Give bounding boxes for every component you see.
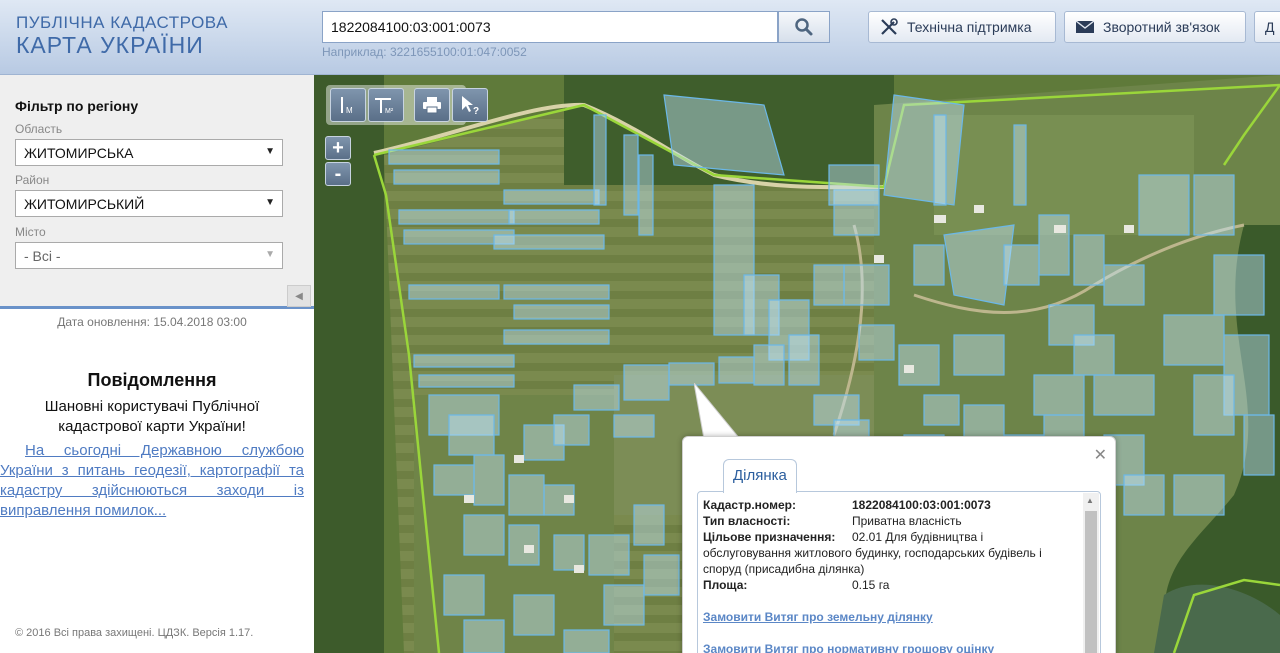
copyright: © 2016 Всі права захищені. ЦДЗК. Версія …	[15, 627, 254, 639]
tools-icon	[881, 18, 898, 35]
purpose-value-continued: обслуговування житлового будинку, господ…	[703, 546, 1042, 576]
envelope-icon	[1075, 20, 1095, 33]
info-row: Тип власності: Приватна власність	[703, 513, 1079, 529]
printer-icon	[423, 97, 441, 114]
zoom-out-button[interactable]: -	[325, 162, 351, 186]
cadastral-value: 1822084100:03:001:0073	[852, 498, 991, 512]
scrollbar-thumb[interactable]	[1085, 511, 1097, 653]
area-label: Площа:	[703, 578, 748, 592]
sidebar: Фільтр по регіону Область ЖИТОМИРСЬКА ▼ …	[0, 75, 314, 653]
cadastral-search-input[interactable]	[322, 11, 778, 43]
close-icon[interactable]: ✕	[1094, 445, 1107, 465]
search-icon	[795, 18, 813, 36]
order-parcel-extract-link[interactable]: Замовити Витяг про земельну ділянку	[703, 609, 1079, 625]
area-ruler-icon: М²	[375, 98, 394, 115]
parcel-info-popup: ✕ Ділянка Кадастр.номер: 1822084100:03:0…	[682, 436, 1116, 653]
popup-scrollbar[interactable]: ▲	[1083, 493, 1099, 653]
info-row: Площа: 0.15 га	[703, 577, 1079, 593]
extra-header-button[interactable]: Д	[1254, 11, 1280, 43]
raion-select[interactable]: ЖИТОМИРСЬКИЙ ▼	[15, 190, 283, 217]
oblast-value: ЖИТОМИРСЬКА	[24, 145, 134, 161]
ownership-label: Тип власності:	[703, 514, 791, 528]
oblast-select[interactable]: ЖИТОМИРСЬКА ▼	[15, 139, 283, 166]
extra-header-label: Д	[1265, 19, 1275, 35]
zoom-in-button[interactable]: +	[325, 136, 351, 160]
tool-label: ?	[473, 106, 479, 116]
message-title: Повідомлення	[87, 370, 217, 390]
parcel-info: Кадастр.номер: 1822084100:03:001:0073 Ти…	[703, 497, 1079, 653]
oblast-label: Область	[15, 122, 63, 136]
update-date: Дата оновлення: 15.04.2018 03:00	[57, 315, 247, 329]
search-button[interactable]	[778, 11, 830, 43]
city-label: Місто	[15, 225, 46, 239]
measure-distance-tool[interactable]: М	[330, 88, 366, 122]
identify-tool[interactable]: ?	[452, 88, 488, 122]
logo-line1: ПУБЛІЧНА КАДАСТРОВА	[16, 13, 228, 32]
message-greeting: Шановні користувачі Публічної кадастрово…	[44, 398, 260, 435]
arrow-left-icon: ◀	[295, 290, 303, 302]
popup-pointer	[694, 383, 742, 440]
raion-label: Район	[15, 173, 50, 187]
tech-support-label: Технічна підтримка	[907, 19, 1032, 35]
feedback-button[interactable]: Зворотний зв'язок	[1064, 11, 1246, 43]
info-row: Кадастр.номер: 1822084100:03:001:0073	[703, 497, 1079, 513]
search-box	[322, 11, 830, 43]
tab-parcel[interactable]: Ділянка	[723, 459, 797, 493]
tech-support-button[interactable]: Технічна підтримка	[868, 11, 1056, 43]
city-select[interactable]: - Всі - ▼	[15, 242, 283, 269]
dropdown-arrow-icon: ▼	[265, 146, 275, 157]
info-row: Цільове призначення: 02.01 Для будівницт…	[703, 529, 1079, 545]
feedback-label: Зворотний зв'язок	[1103, 19, 1220, 35]
ownership-value: Приватна власність	[852, 514, 962, 528]
city-value: - Всі -	[24, 248, 61, 264]
area-value: 0.15 га	[852, 578, 890, 592]
site-logo[interactable]: ПУБЛІЧНА КАДАСТРОВА КАРТА УКРАЇНИ	[16, 14, 228, 57]
ruler-icon: М	[341, 97, 353, 115]
purpose-label: Цільове призначення:	[703, 530, 836, 544]
dropdown-arrow-icon: ▼	[265, 249, 275, 260]
measure-area-tool[interactable]: М²	[368, 88, 404, 122]
filter-title: Фільтр по регіону	[15, 98, 139, 114]
message-link[interactable]: На сьогодні Державною службою України з …	[0, 441, 304, 521]
dropdown-arrow-icon: ▼	[265, 197, 275, 208]
search-hint: Наприклад: 3221655100:01:047:0052	[322, 45, 527, 59]
scroll-up-icon[interactable]: ▲	[1086, 496, 1094, 505]
tool-label: М	[346, 106, 353, 115]
raion-value: ЖИТОМИРСЬКИЙ	[24, 196, 145, 212]
plus-icon: +	[332, 137, 344, 159]
cadastral-label: Кадастр.номер:	[703, 498, 796, 512]
header: ПУБЛІЧНА КАДАСТРОВА КАРТА УКРАЇНИ Наприк…	[0, 0, 1280, 75]
print-tool[interactable]	[414, 88, 450, 122]
logo-line2: КАРТА УКРАЇНИ	[16, 32, 204, 58]
minus-icon: -	[334, 163, 342, 185]
order-valuation-extract-link[interactable]: Замовити Витяг про нормативну грошову оц…	[703, 641, 1079, 653]
pointer-help-icon: ?	[462, 96, 479, 116]
purpose-value: 02.01 Для будівництва і	[852, 530, 984, 544]
tool-label: М²	[385, 108, 394, 115]
collapse-sidebar-button[interactable]: ◀	[287, 285, 311, 307]
region-filter-panel: Фільтр по регіону Область ЖИТОМИРСЬКА ▼ …	[0, 75, 314, 309]
